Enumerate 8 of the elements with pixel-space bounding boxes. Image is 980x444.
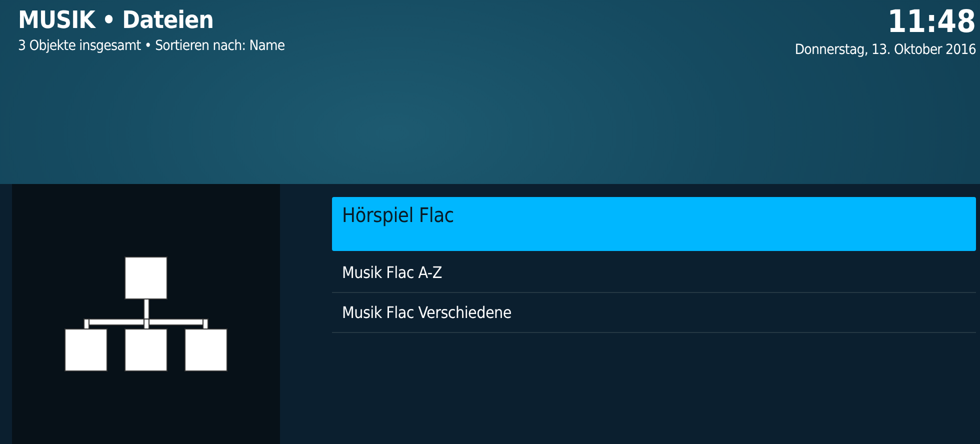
network-icon: [64, 256, 228, 372]
list-item[interactable]: Musik Flac Verschiedene: [332, 293, 976, 333]
date-text: Donnerstag, 13. Oktober 2016: [794, 41, 976, 60]
window-title: MUSIK • Dateien: [18, 5, 215, 36]
item-count-text: 3 Objekte insgesamt • Sortieren nach: Name: [18, 37, 285, 56]
list-item[interactable]: Musik Flac A-Z: [332, 253, 976, 293]
clock-time: 11:48: [887, 4, 976, 40]
list-item[interactable]: Hörspiel Flac: [332, 197, 976, 251]
